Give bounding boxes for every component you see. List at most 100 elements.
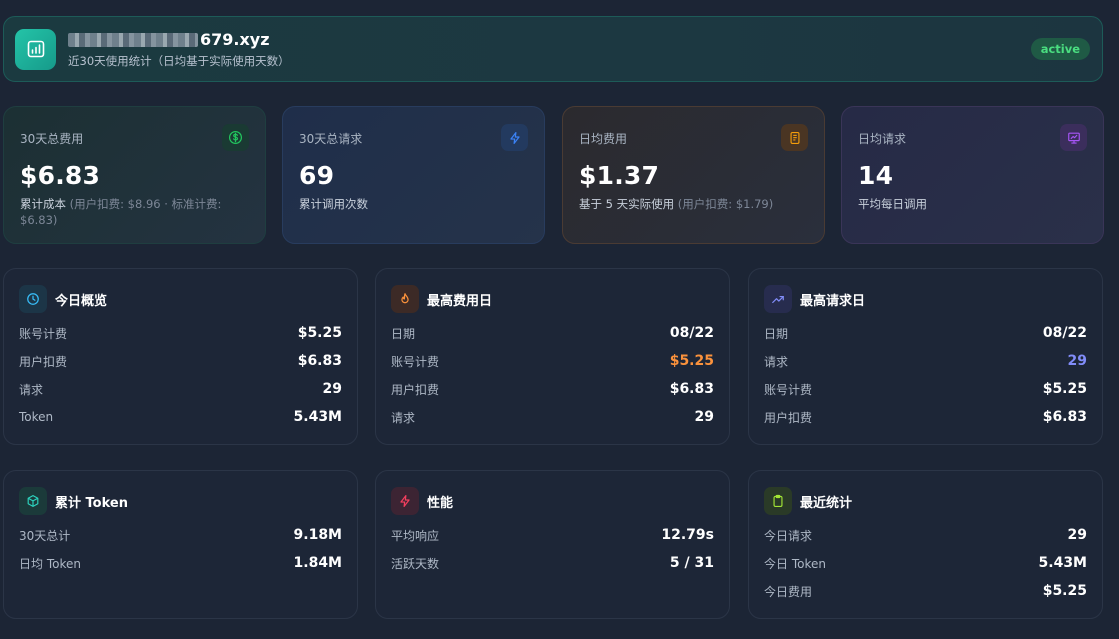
site-name: 679.xyz	[200, 30, 270, 49]
stat-value: 14	[858, 161, 894, 190]
data-row: 请求 29	[764, 347, 1087, 375]
row-label: 平均响应	[391, 528, 440, 543]
stat-desc-main: 平均每日调用	[858, 197, 927, 211]
stat-label: 30天总费用	[20, 132, 84, 146]
row-label: Token	[19, 410, 54, 424]
row-label: 请求	[391, 410, 416, 425]
row-value: $5.25	[1042, 583, 1087, 599]
bolt-icon	[391, 487, 419, 515]
row-label: 请求	[764, 354, 789, 369]
card-title: 性能	[427, 495, 454, 511]
stat-desc-detail: (用户扣费: $1.79)	[677, 197, 774, 211]
row-label: 用户扣费	[19, 354, 68, 369]
row-label: 请求	[19, 382, 44, 397]
stat-card-total-requests: 30天总请求 69 累计调用次数	[282, 106, 545, 244]
row-value: 5.43M	[1038, 555, 1087, 571]
row-value: $5.25	[297, 325, 342, 341]
card-today-overview: 今日概览 账号计费 $5.25 用户扣费 $6.83 请求 29 Token 5…	[3, 268, 358, 445]
presentation-icon	[1060, 124, 1087, 151]
stat-value: $1.37	[579, 161, 660, 190]
row-value: 08/22	[1042, 325, 1087, 341]
row-value: 29	[322, 381, 342, 397]
data-row: 平均响应 12.79s	[391, 521, 714, 549]
data-row: 今日 Token 5.43M	[764, 549, 1087, 577]
status-badge: active	[1030, 38, 1090, 60]
header-subtitle: 近30天使用统计（日均基于实际使用天数）	[68, 53, 290, 68]
data-row: 请求 29	[391, 403, 714, 431]
stat-description: 累计成本 (用户扣费: $8.96 · 标准计费: $6.83)	[20, 196, 249, 228]
row-label: 账号计费	[764, 382, 813, 397]
stat-desc-main: 基于 5 天实际使用	[579, 197, 675, 211]
card-title: 累计 Token	[55, 495, 128, 511]
row-value: 5 / 31	[669, 555, 714, 571]
row-label: 日期	[764, 326, 789, 341]
row-label: 用户扣费	[764, 410, 813, 425]
bolt-icon	[501, 124, 528, 151]
data-row: 活跃天数 5 / 31	[391, 549, 714, 577]
data-row: 日期 08/22	[391, 319, 714, 347]
data-row: 日均 Token 1.84M	[19, 549, 342, 577]
stat-value: $6.83	[20, 161, 101, 190]
receipt-icon	[781, 124, 808, 151]
row-label: 今日 Token	[764, 556, 826, 571]
stat-value: 69	[299, 161, 335, 190]
row-value: 9.18M	[293, 527, 342, 543]
card-title: 最高费用日	[427, 293, 493, 309]
data-row: 今日费用 $5.25	[764, 577, 1087, 605]
data-row: 30天总计 9.18M	[19, 521, 342, 549]
card-title: 最近统计	[800, 495, 853, 511]
stat-description: 基于 5 天实际使用 (用户扣费: $1.79)	[579, 196, 808, 212]
row-label: 用户扣费	[391, 382, 440, 397]
site-header: 679.xyz 近30天使用统计（日均基于实际使用天数） active	[3, 16, 1103, 82]
data-row: 日期 08/22	[764, 319, 1087, 347]
stat-label: 日均费用	[579, 132, 628, 146]
clock-icon	[19, 285, 47, 313]
card-recent-stats: 最近统计 今日请求 29 今日 Token 5.43M 今日费用 $5.25	[748, 470, 1103, 619]
row-value: 29	[1067, 527, 1087, 543]
card-top-cost-day: 最高费用日 日期 08/22 账号计费 $5.25 用户扣费 $6.83 请求 …	[375, 268, 730, 445]
row-label: 日期	[391, 326, 416, 341]
data-row: 账号计费 $5.25	[764, 375, 1087, 403]
row-label: 账号计费	[391, 354, 440, 369]
stat-card-total-cost: 30天总费用 $6.83 累计成本 (用户扣费: $8.96 · 标准计费: $…	[3, 106, 266, 244]
row-value: 12.79s	[661, 527, 714, 543]
clipboard-icon	[764, 487, 792, 515]
stat-desc-main: 累计成本	[20, 197, 66, 211]
row-value-highlight: $5.25	[669, 353, 714, 369]
stat-card-daily-requests: 日均请求 14 平均每日调用	[841, 106, 1104, 244]
row-value: $6.83	[297, 353, 342, 369]
card-title: 今日概览	[55, 293, 108, 309]
card-cumulative-token: 累计 Token 30天总计 9.18M 日均 Token 1.84M	[3, 470, 358, 619]
data-row: 用户扣费 $6.83	[391, 375, 714, 403]
data-row: Token 5.43M	[19, 403, 342, 431]
dollar-icon	[222, 124, 249, 151]
data-row: 账号计费 $5.25	[391, 347, 714, 375]
card-title: 最高请求日	[800, 293, 866, 309]
row-value-highlight: 29	[1067, 353, 1087, 369]
row-value: $5.25	[1042, 381, 1087, 397]
stat-description: 平均每日调用	[858, 196, 1087, 212]
row-label: 今日费用	[764, 584, 813, 599]
stat-label: 30天总请求	[299, 132, 363, 146]
stat-description: 累计调用次数	[299, 196, 528, 212]
row-value: $6.83	[1042, 409, 1087, 425]
row-label: 活跃天数	[391, 556, 440, 571]
row-label: 账号计费	[19, 326, 68, 341]
flame-icon	[391, 285, 419, 313]
row-label: 日均 Token	[19, 556, 81, 571]
stat-card-daily-cost: 日均费用 $1.37 基于 5 天实际使用 (用户扣费: $1.79)	[562, 106, 825, 244]
row-value: 08/22	[669, 325, 714, 341]
row-value: 1.84M	[293, 555, 342, 571]
cube-icon	[19, 487, 47, 515]
row-value: 5.43M	[293, 409, 342, 425]
stat-desc-main: 累计调用次数	[299, 197, 368, 211]
row-label: 今日请求	[764, 528, 813, 543]
row-value: $6.83	[669, 381, 714, 397]
data-row: 请求 29	[19, 375, 342, 403]
stat-label: 日均请求	[858, 132, 907, 146]
bar-chart-icon	[15, 28, 56, 70]
row-value: 29	[694, 409, 714, 425]
data-row: 今日请求 29	[764, 521, 1087, 549]
masked-site-name	[68, 32, 198, 47]
card-top-request-day: 最高请求日 日期 08/22 请求 29 账号计费 $5.25 用户扣费 $6.…	[748, 268, 1103, 445]
